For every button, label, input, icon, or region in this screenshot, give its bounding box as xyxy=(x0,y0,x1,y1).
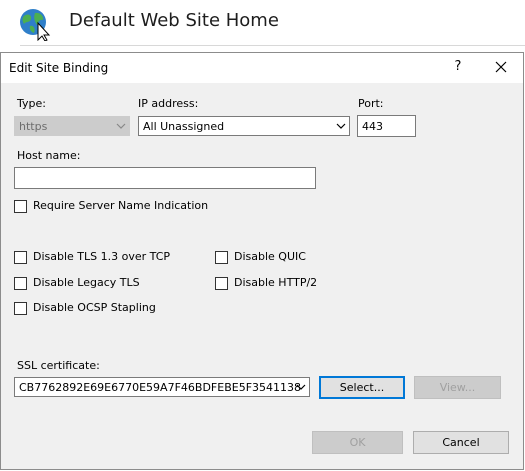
header-divider xyxy=(20,45,525,46)
edit-site-binding-dialog: Edit Site Binding ? Type: https IP addre… xyxy=(0,52,524,470)
checkbox-box[interactable] xyxy=(14,251,27,264)
port-label: Port: xyxy=(358,97,384,110)
ip-address-label: IP address: xyxy=(138,97,199,110)
type-select[interactable]: https xyxy=(14,116,130,136)
ssl-certificate-select[interactable]: CB7762892E69E6770E59A7F46BDFEBE5F3541138 xyxy=(14,377,310,397)
close-icon[interactable] xyxy=(488,56,514,78)
checkbox-box[interactable] xyxy=(215,251,228,264)
type-label: Type: xyxy=(17,97,46,110)
chevron-down-icon xyxy=(296,384,306,390)
ssl-certificate-label: SSL certificate: xyxy=(17,359,100,372)
globe-icon xyxy=(20,9,51,41)
port-field[interactable] xyxy=(357,115,416,137)
cancel-button[interactable]: Cancel xyxy=(413,431,509,454)
disable-tls13-label: Disable TLS 1.3 over TCP xyxy=(33,250,171,263)
ip-address-value: All Unassigned xyxy=(143,120,225,133)
page-title: Default Web Site Home xyxy=(69,10,279,31)
iis-page-header: Default Web Site Home xyxy=(0,0,525,60)
ok-button[interactable]: OK xyxy=(312,431,403,454)
chevron-down-icon xyxy=(336,123,346,129)
checkbox-box[interactable] xyxy=(215,277,228,290)
disable-ocsp-label: Disable OCSP Stapling xyxy=(33,301,156,314)
chevron-down-icon xyxy=(116,123,126,129)
view-certificate-button[interactable]: View... xyxy=(414,376,501,399)
ip-address-select[interactable]: All Unassigned xyxy=(138,116,350,136)
checkbox-box[interactable] xyxy=(14,277,27,290)
disable-quic-label: Disable QUIC xyxy=(234,250,306,263)
dialog-title: Edit Site Binding xyxy=(9,61,109,75)
sni-label: Require Server Name Indication xyxy=(33,199,209,212)
help-button[interactable]: ? xyxy=(448,57,468,77)
host-name-label: Host name: xyxy=(17,149,81,162)
host-name-input[interactable] xyxy=(15,168,315,188)
checkbox-box[interactable] xyxy=(14,302,27,315)
disable-http2-label: Disable HTTP/2 xyxy=(234,276,318,289)
disable-legacy-tls-label: Disable Legacy TLS xyxy=(33,276,140,289)
host-name-field[interactable] xyxy=(14,167,316,189)
type-value: https xyxy=(19,120,48,133)
checkbox-box[interactable] xyxy=(14,200,27,213)
dialog-titlebar: Edit Site Binding ? xyxy=(1,53,523,83)
select-certificate-button[interactable]: Select... xyxy=(319,376,405,399)
port-input[interactable] xyxy=(358,116,415,136)
ssl-certificate-value: CB7762892E69E6770E59A7F46BDFEBE5F3541138 xyxy=(19,381,302,394)
